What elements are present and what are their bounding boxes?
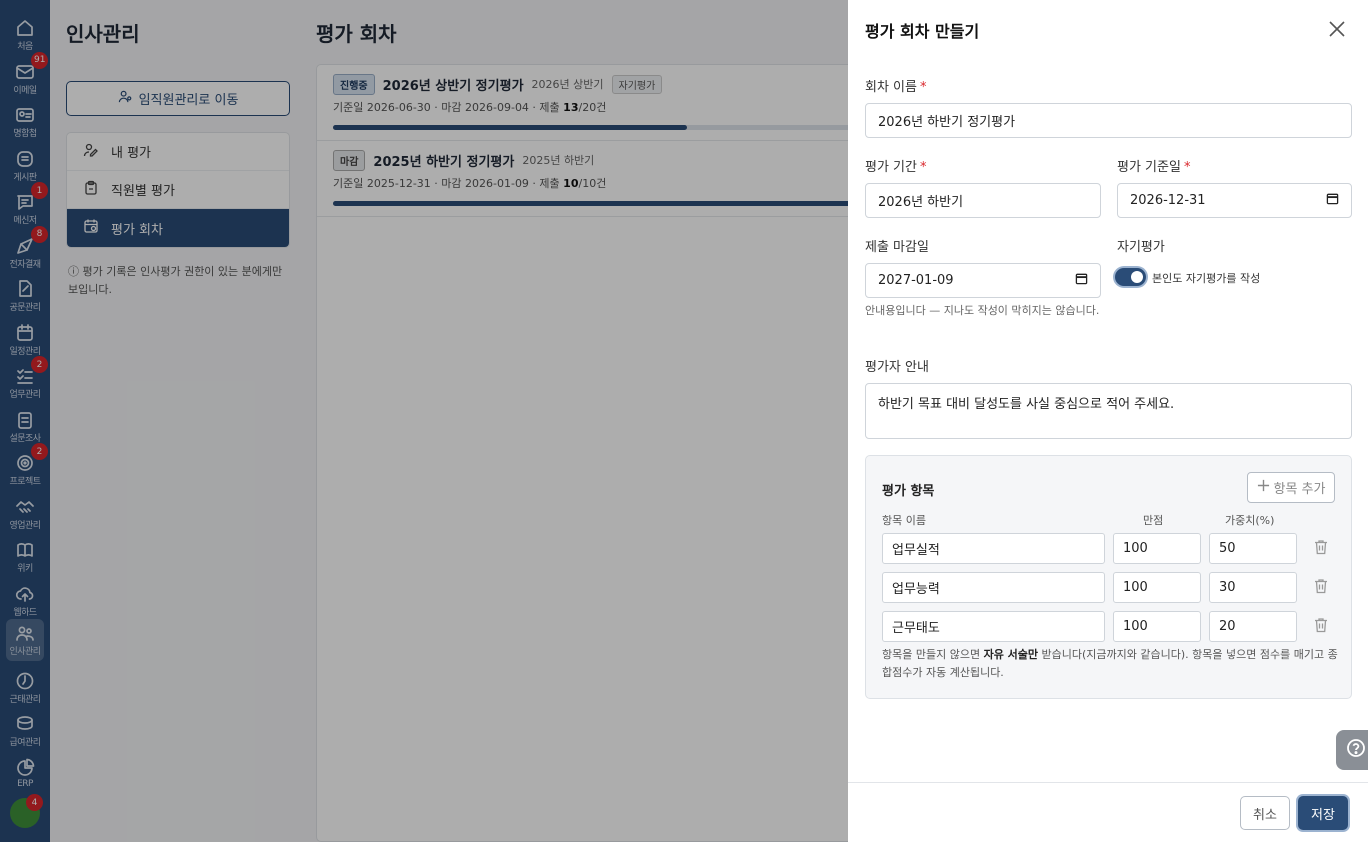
label-text: 회차 이름 (865, 80, 917, 95)
item-weight-input[interactable]: 50 (1209, 533, 1297, 564)
drawer-title: 평가 회차 만들기 (865, 22, 980, 41)
item-max-input[interactable]: 100 (1113, 611, 1201, 642)
item-weight-input[interactable]: 20 (1209, 611, 1297, 642)
cancel-button[interactable]: 취소 (1240, 796, 1290, 830)
calendar-icon[interactable] (1075, 272, 1088, 289)
round-name-input[interactable]: 2026년 하반기 정기평가 (865, 103, 1352, 138)
question-circle-icon (1346, 738, 1366, 762)
label-text: 평가 기준일 (1117, 160, 1181, 175)
base-date-input[interactable]: 2026-12-31 (1117, 183, 1352, 218)
item-name-input[interactable]: 근무태도 (882, 611, 1105, 642)
item-row: 근무태도 100 20 (882, 611, 1337, 642)
self-eval-label: 자기평가 (1117, 240, 1165, 255)
label-text: 평가 기간 (865, 160, 917, 175)
item-weight-input[interactable]: 30 (1209, 572, 1297, 603)
input-value: 2027-01-09 (878, 273, 954, 288)
deadline-label: 제출 마감일 (865, 240, 929, 255)
modal-backdrop[interactable] (0, 0, 848, 842)
note-bold: 자유 서술만 (983, 648, 1039, 661)
items-title: 평가 항목 (882, 484, 935, 499)
item-name-input[interactable]: 업무능력 (882, 572, 1105, 603)
guide-textarea[interactable]: 하반기 목표 대비 달성도를 사실 중심으로 적어 주세요. (865, 383, 1352, 439)
period-input[interactable]: 2026년 하반기 (865, 183, 1101, 218)
deadline-input[interactable]: 2027-01-09 (865, 263, 1101, 298)
evaluation-items-section: 평가 항목 항목 추가 항목 이름 만점 가중치(%) 업무실적 100 50 … (865, 455, 1352, 699)
drawer-footer: 취소 저장 (848, 782, 1368, 842)
toggle-knob (1131, 271, 1143, 283)
col-header-max: 만점 (1143, 514, 1164, 527)
col-header-name: 항목 이름 (882, 514, 926, 527)
col-header-weight: 가중치(%) (1225, 514, 1275, 527)
calendar-icon[interactable] (1326, 192, 1339, 209)
required-mark: * (919, 80, 927, 95)
input-value: 2026-12-31 (1130, 193, 1206, 208)
base-date-label: 평가 기준일 * (1117, 156, 1190, 175)
save-button[interactable]: 저장 (1298, 796, 1348, 830)
item-name-input[interactable]: 업무실적 (882, 533, 1105, 564)
plus-icon (1257, 479, 1270, 496)
input-value: 2026년 하반기 정기평가 (878, 115, 1016, 130)
item-row: 업무실적 100 50 (882, 533, 1337, 564)
required-mark: * (1183, 160, 1191, 175)
round-name-label: 회차 이름 * (865, 76, 926, 95)
required-mark: * (919, 160, 927, 175)
item-max-input[interactable]: 100 (1113, 533, 1201, 564)
trash-icon[interactable] (1314, 617, 1330, 635)
item-max-input[interactable]: 100 (1113, 572, 1201, 603)
item-row: 업무능력 100 30 (882, 572, 1337, 603)
deadline-hint: 안내용입니다 — 지나도 작성이 막히지는 않습니다. (865, 304, 1100, 317)
add-item-button[interactable]: 항목 추가 (1247, 472, 1335, 503)
note-text: 항목을 만들지 않으면 (882, 648, 984, 661)
items-note: 항목을 만들지 않으면 자유 서술만 받습니다(지금까지와 같습니다). 항목을… (882, 646, 1342, 682)
add-item-label: 항목 추가 (1273, 482, 1326, 497)
guide-label: 평가자 안내 (865, 360, 929, 375)
close-icon[interactable] (1326, 18, 1348, 40)
trash-icon[interactable] (1314, 578, 1330, 596)
create-round-drawer: 평가 회차 만들기 회차 이름 * 2026년 하반기 정기평가 평가 기간 * 2… (848, 0, 1368, 842)
help-button[interactable] (1336, 730, 1368, 770)
trash-icon[interactable] (1314, 539, 1330, 557)
input-value: 2026년 하반기 (878, 195, 964, 210)
self-eval-toggle-label: 본인도 자기평가를 작성 (1152, 272, 1261, 285)
self-eval-toggle[interactable] (1115, 268, 1146, 286)
period-label: 평가 기간 * (865, 156, 926, 175)
